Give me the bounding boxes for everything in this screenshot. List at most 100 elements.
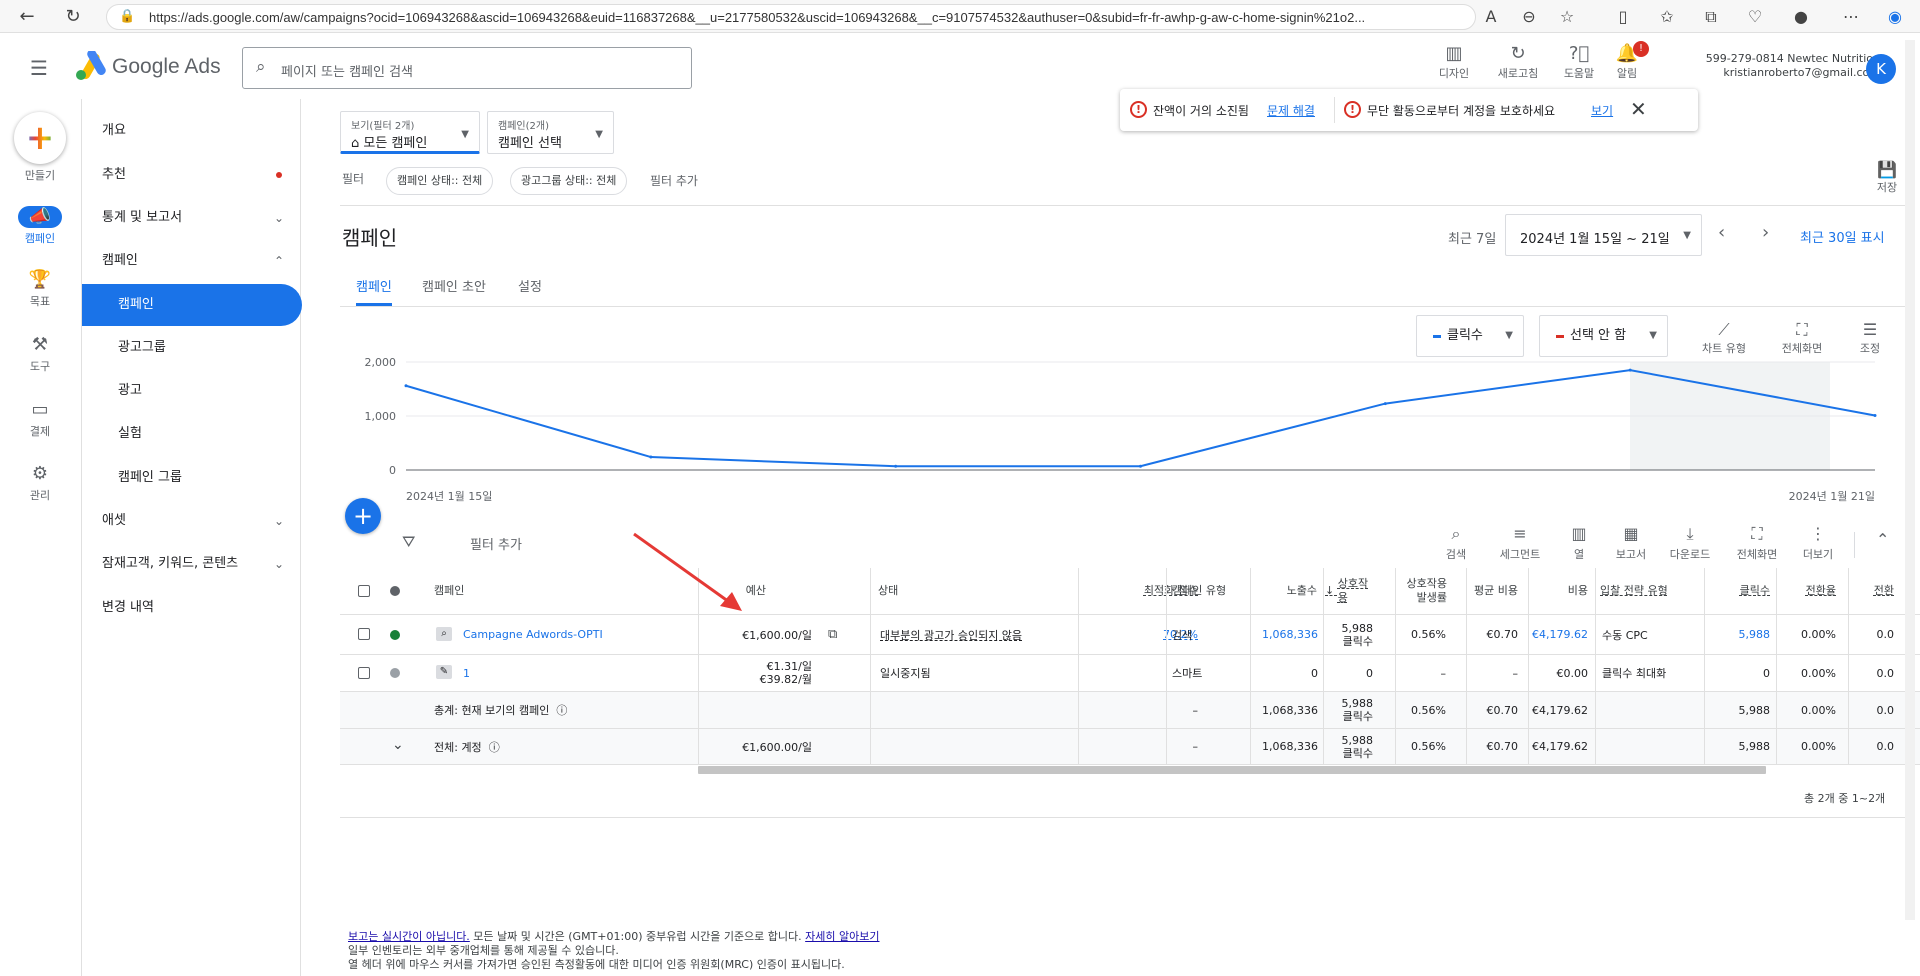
sidebar-item-campaign-groups[interactable]: 캠페인 그룹 <box>82 457 300 499</box>
col-interactions[interactable]: ↓ 상호작용 <box>1325 568 1373 614</box>
url-text[interactable]: https://ads.google.com/aw/campaigns?ocid… <box>149 10 1419 25</box>
favorite-icon[interactable]: ☆ <box>1556 7 1578 26</box>
collections-icon[interactable]: ⧉ <box>1700 7 1722 27</box>
learn-more-link[interactable]: 자세히 알아보기 <box>805 930 879 943</box>
rail-item-admin[interactable]: ⚙ 관리 <box>0 463 80 503</box>
search-input[interactable]: ⌕ 페이지 또는 캠페인 검색 <box>242 47 692 89</box>
col-avg-cost[interactable]: 평균 비용 <box>1466 568 1518 614</box>
avatar[interactable]: K <box>1866 54 1896 84</box>
collapse-icon[interactable]: ⌃ <box>1876 530 1889 549</box>
balance-alert-link[interactable]: 문제 해결 <box>1267 102 1315 119</box>
menu-icon[interactable]: ☰ <box>30 56 48 80</box>
campaign-name-link[interactable]: Campagne Adwords-OPTI <box>463 615 603 654</box>
protect-alert-link[interactable]: 보기 <box>1591 102 1613 119</box>
reload-icon[interactable]: ↻ <box>62 6 84 28</box>
refresh-button[interactable]: ↻ 새로고침 <box>1488 43 1548 81</box>
download-button[interactable]: ⤓ 다운로드 <box>1660 524 1720 562</box>
col-conversions[interactable]: 전환 <box>1854 568 1894 614</box>
rail-item-goals[interactable]: 🏆 목표 <box>0 269 80 309</box>
rail-item-campaigns[interactable]: 📣 캠페인 <box>0 206 80 246</box>
favorites-icon[interactable]: ✩ <box>1656 7 1678 26</box>
zoom-icon[interactable]: ⊖ <box>1518 7 1540 26</box>
col-campaign[interactable]: 캠페인 <box>434 568 634 614</box>
col-impressions[interactable]: 노출수 <box>1255 568 1317 614</box>
tab-campaigns[interactable]: 캠페인 <box>356 276 392 295</box>
horizontal-scrollbar[interactable] <box>698 766 1766 774</box>
help-icon[interactable]: ⓘ <box>556 702 567 718</box>
data-point[interactable] <box>1873 413 1877 417</box>
chevron-left-icon[interactable]: ‹ <box>1718 222 1725 243</box>
profile-icon[interactable]: ● <box>1790 7 1812 26</box>
col-cost[interactable]: 비용 <box>1546 568 1588 614</box>
chevron-right-icon[interactable]: › <box>1762 222 1769 243</box>
show-30-days-link[interactable]: 최근 30일 표시 <box>1800 227 1885 246</box>
notifications-button[interactable]: 🔔 알림 ! <box>1597 41 1657 81</box>
trend-icon[interactable]: ⧉ <box>828 627 837 642</box>
help-icon[interactable]: ⓘ <box>489 739 500 755</box>
sidebar-item-ads[interactable]: 광고 <box>82 370 300 412</box>
data-point[interactable] <box>1383 402 1387 406</box>
sidebar-item-audiences[interactable]: 잠재고객, 키워드, 콘텐츠 ⌄ <box>82 543 300 585</box>
sidebar-item-overview[interactable]: 개요 <box>82 110 300 152</box>
account-info[interactable]: 599-279-0814 Newtec Nutrition kristianro… <box>1700 52 1880 80</box>
more-icon[interactable]: ⋯ <box>1840 7 1862 26</box>
campaign-name-link[interactable]: 1 <box>463 655 470 691</box>
table-row[interactable]: ✎ 1 €1.31/일 €39.82/월 일시중지됨 – 스마트 0 0 – – … <box>340 654 1920 691</box>
sidebar-item-assets[interactable]: 애셋 ⌄ <box>82 500 300 542</box>
close-icon[interactable]: ✕ <box>1630 97 1647 121</box>
read-aloud-icon[interactable]: A <box>1480 7 1502 26</box>
campaign-selector[interactable]: 캠페인(2개) 캠페인 선택 ▼ <box>487 111 614 154</box>
filter-chip-adgroup-status[interactable]: 광고그룹 상태:: 전체 <box>510 167 628 195</box>
row-checkbox[interactable] <box>358 628 370 640</box>
create-button[interactable]: + <box>14 112 66 164</box>
sidebar-item-ad-groups[interactable]: 광고그룹 <box>82 327 300 369</box>
sidebar-item-recommendations[interactable]: 추천 <box>82 154 300 196</box>
table-row[interactable]: ⌕ Campagne Adwords-OPTI €1,600.00/일 ⧉ 대부… <box>340 614 1920 654</box>
realtime-link[interactable]: 보고는 실시간이 아닙니다. <box>348 930 470 943</box>
sidebar-item-change-history[interactable]: 변경 내역 <box>82 587 300 629</box>
table-fullscreen-button[interactable]: ⛶ 전체화면 <box>1727 524 1787 562</box>
sidebar-item-campaigns-group[interactable]: 캠페인 ⌃ <box>82 240 300 282</box>
save-button[interactable]: 💾 저장 <box>1870 160 1904 195</box>
view-selector[interactable]: 보기(필터 2개) ⌂ 모든 캠페인 ▼ <box>340 111 480 154</box>
address-bar[interactable]: 🔒 https://ads.google.com/aw/campaigns?oc… <box>106 4 1476 30</box>
cost-cell[interactable]: €4,179.62 <box>1516 615 1588 654</box>
status-paused-icon[interactable] <box>390 668 400 678</box>
col-interaction-rate[interactable]: 상호작용 발생률 <box>1395 568 1447 614</box>
select-all-checkbox[interactable] <box>358 585 370 597</box>
data-point[interactable] <box>649 455 653 459</box>
vertical-scrollbar[interactable] <box>1905 40 1915 920</box>
budget-cell[interactable]: €1.31/일 €39.82/월 <box>692 655 812 691</box>
col-bid-strategy[interactable]: 입찰 전략 유형 <box>1600 568 1696 614</box>
columns-button[interactable]: ▥ 열 <box>1549 524 1609 562</box>
data-point[interactable] <box>1628 368 1632 372</box>
col-conv-rate[interactable]: 전환율 <box>1786 568 1836 614</box>
sidebar-item-insights-reports[interactable]: 통계 및 보고서 ⌄ <box>82 197 300 239</box>
google-ads-logo[interactable]: Google Ads <box>74 49 221 84</box>
data-point[interactable] <box>1139 464 1142 468</box>
table-search-button[interactable]: ⌕ 검색 <box>1426 524 1486 562</box>
col-type[interactable]: 캠페인 유형 <box>1172 568 1234 614</box>
tab-drafts[interactable]: 캠페인 초안 <box>422 276 486 295</box>
col-status[interactable]: 상태 <box>878 568 998 614</box>
sidebar-item-campaigns[interactable]: 캠페인 <box>82 284 302 326</box>
split-screen-icon[interactable]: ▯ <box>1612 7 1634 26</box>
filter-icon[interactable]: ⛛ <box>402 532 415 552</box>
impressions-cell[interactable]: 1,068,336 <box>1230 615 1318 654</box>
filter-chip-campaign-status[interactable]: 캠페인 상태:: 전체 <box>386 167 494 195</box>
row-checkbox[interactable] <box>358 667 370 679</box>
status-cell[interactable]: 대부분의 광고가 승인되지 않음 <box>880 615 1022 654</box>
data-point[interactable] <box>404 384 408 388</box>
add-campaign-button[interactable]: + <box>345 498 381 534</box>
sidebar-item-experiments[interactable]: 실험 <box>82 413 300 455</box>
chevron-down-icon[interactable]: ⌄ <box>392 737 404 753</box>
rail-item-tools[interactable]: ⚒ 도구 <box>0 334 80 374</box>
col-clicks[interactable]: 클릭수 <box>1720 568 1770 614</box>
segment-button[interactable]: ≡ 세그먼트 <box>1490 524 1550 562</box>
copilot-icon[interactable]: ◉ <box>1884 7 1906 26</box>
data-point[interactable] <box>894 464 898 468</box>
add-filter-link[interactable]: 필터 추가 <box>650 172 698 189</box>
more-button[interactable]: ⋮ 더보기 <box>1788 524 1848 562</box>
browser-essentials-icon[interactable]: ♡ <box>1744 7 1766 26</box>
table-add-filter[interactable]: 필터 추가 <box>470 534 522 553</box>
